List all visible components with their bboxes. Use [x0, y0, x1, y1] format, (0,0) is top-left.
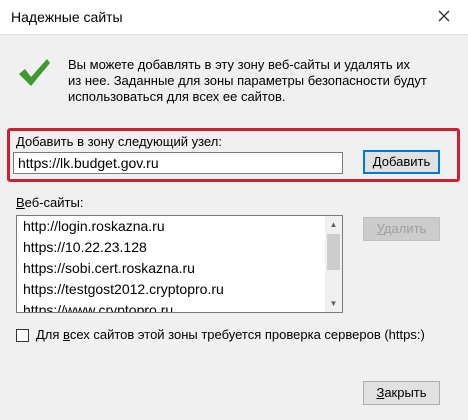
- websites-label: Веб-сайты:: [16, 195, 83, 210]
- https-checkbox[interactable]: [16, 329, 29, 342]
- https-checkbox-label[interactable]: Для всех сайтов этой зоны требуется пров…: [36, 327, 425, 342]
- info-line: из нее. Заданные для зоны параметры безо…: [68, 73, 427, 88]
- add-button-key: Д: [372, 154, 382, 169]
- add-button-label: обавить: [381, 154, 431, 169]
- add-site-input[interactable]: https://lk.budget.gov.ru: [13, 152, 343, 174]
- https-label-pre: Для: [36, 327, 64, 342]
- add-site-label: Добавить в зону следующий узел:: [16, 134, 222, 149]
- scroll-up-icon[interactable]: ▲: [325, 216, 342, 233]
- https-label-text: сех сайтов этой зоны требуется проверка …: [69, 327, 425, 342]
- remove-button-label: далить: [383, 221, 427, 236]
- close-button[interactable]: Закрыть: [363, 381, 440, 405]
- list-item[interactable]: https://10.22.23.128: [17, 237, 325, 258]
- info-text: Вы можете добавлять в эту зону веб-сайты…: [68, 57, 458, 105]
- scroll-down-icon[interactable]: ▼: [325, 295, 342, 312]
- add-site-label-key: Д: [16, 134, 25, 149]
- vertical-scrollbar[interactable]: ▲ ▼: [325, 216, 342, 312]
- list-item[interactable]: https://testgost2012.cryptopro.ru: [17, 279, 325, 300]
- websites-label-text: еб-сайты:: [24, 195, 84, 210]
- https-label-key: в: [63, 327, 70, 342]
- close-button-label: акрыть: [384, 385, 427, 400]
- title-bar: Надежные сайты: [0, 0, 468, 34]
- websites-list-items: http://login.roskazna.ru https://10.22.2…: [17, 216, 325, 312]
- remove-button-key: У: [376, 221, 384, 236]
- remove-button[interactable]: Удалить: [363, 217, 440, 241]
- dialog-body: Вы можете добавлять в эту зону веб-сайты…: [0, 34, 468, 420]
- list-item[interactable]: http://login.roskazna.ru: [17, 216, 325, 237]
- list-item[interactable]: https://sobi.cert.roskazna.ru: [17, 258, 325, 279]
- websites-label-key: В: [16, 195, 25, 210]
- close-icon[interactable]: [434, 6, 454, 26]
- window-title: Надежные сайты: [11, 9, 123, 25]
- add-button[interactable]: Добавить: [363, 150, 440, 174]
- scrollbar-thumb[interactable]: [327, 234, 340, 270]
- add-site-label-text: обавить в зону следующий узел:: [24, 134, 222, 149]
- checkmark-icon: [19, 59, 50, 86]
- add-site-value: https://lk.budget.gov.ru: [18, 155, 159, 171]
- websites-list[interactable]: http://login.roskazna.ru https://10.22.2…: [16, 215, 343, 313]
- info-line: Вы можете добавлять в эту зону веб-сайты…: [68, 57, 410, 72]
- list-item[interactable]: https://www.cryptopro.ru: [17, 300, 325, 312]
- info-line: использоваться для всех ее сайтов.: [68, 89, 286, 104]
